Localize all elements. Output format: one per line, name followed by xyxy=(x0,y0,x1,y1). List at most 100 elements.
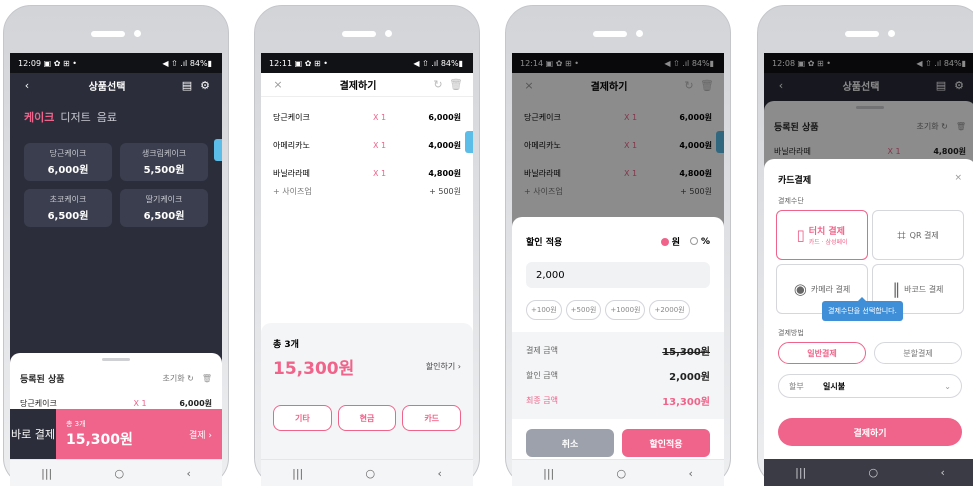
android-nav-bar: ||| ○ ‹ xyxy=(512,459,724,486)
phone-camera xyxy=(385,30,392,37)
phone-product-select: 12:09 ▣ ✿ ⊞ • ◀ ⇧ .ıl 84%▮ ‹ 상품선택 ▤ ⚙ 케이… xyxy=(3,5,229,486)
product-price: 6,500원 xyxy=(47,211,89,222)
option-row: + 사이즈업 + 500원 xyxy=(261,181,473,201)
cancel-button[interactable]: 취소 xyxy=(526,429,614,457)
installment-value: 일시불 xyxy=(823,381,846,391)
home-icon[interactable]: ○ xyxy=(617,467,627,480)
recent-apps-icon[interactable]: ||| xyxy=(543,467,554,480)
app-bar: ‹ 상품선택 ▤ ⚙ xyxy=(10,73,222,97)
product-card[interactable]: 초코케이크 6,500원 xyxy=(24,189,112,227)
back-icon[interactable]: ‹ xyxy=(18,79,36,92)
screen-card-payment: 12:08 ▣ ✿ ⊞ • ◀ ⇧ .ıl 84%▮ ‹ 상품선택 ▤ ⚙ 등록… xyxy=(764,53,973,486)
product-card[interactable]: 당근케이크 6,000원 xyxy=(24,143,112,181)
gear-icon[interactable]: ⚙ xyxy=(196,79,214,92)
home-icon[interactable]: ○ xyxy=(869,466,879,479)
pay-amount: 15,300원 xyxy=(662,347,710,358)
direct-pay-button[interactable]: 바로 결제 xyxy=(10,409,56,459)
screen-discount: 12:14 ▣ ✿ ⊞ • ◀ ⇧ .ıl 84%▮ × 결제하기 ↻ 🗑 당근… xyxy=(512,53,724,486)
trash-icon[interactable]: 🗑 xyxy=(447,78,465,91)
option-label: 바코드 결제 xyxy=(904,284,944,294)
status-bar: 12:11 ▣ ✿ ⊞ • ◀ ⇧ .ıl 84%▮ xyxy=(261,53,473,73)
side-panel-handle[interactable] xyxy=(465,131,473,153)
amount-chips: +100원 +500원 +1000원 +2000원 xyxy=(526,300,710,320)
card-pay-button[interactable]: 카드 xyxy=(402,405,462,431)
refresh-icon[interactable]: ↻ xyxy=(429,78,447,91)
item-qty: X 1 xyxy=(133,398,147,408)
reset-button[interactable]: 초기화 ↻ xyxy=(163,373,194,384)
item-name: 당근케이크 xyxy=(273,112,310,122)
home-icon[interactable]: ○ xyxy=(366,467,376,480)
unit-percent-radio[interactable]: % xyxy=(689,236,710,247)
nav-back-icon[interactable]: ‹ xyxy=(437,467,441,480)
touch-pay-option[interactable]: ▯ 터치 결제 카드 · 삼성페이 xyxy=(776,210,868,260)
unit-won-radio[interactable]: 원 xyxy=(660,235,680,248)
pay-button[interactable]: 총 3개 15,300원 결제 › xyxy=(56,409,222,459)
recent-apps-icon[interactable]: ||| xyxy=(292,467,303,480)
phone-camera xyxy=(888,30,895,37)
chevron-down-icon: ⌄ xyxy=(944,381,951,391)
product-name: 초코케이크 xyxy=(49,195,87,204)
total-count: 총 3개 xyxy=(66,420,86,428)
sheet-handle[interactable] xyxy=(102,358,130,361)
side-panel-handle[interactable] xyxy=(214,139,222,161)
phone-card-payment: 12:08 ▣ ✿ ⊞ • ◀ ⇧ .ıl 84%▮ ‹ 상품선택 ▤ ⚙ 등록… xyxy=(757,5,973,486)
chip-500[interactable]: +500원 xyxy=(565,300,602,320)
option-price: + 500원 xyxy=(429,186,461,196)
status-right: ◀ ⇧ .ıl 84%▮ xyxy=(162,58,212,68)
pay-bar: 바로 결제 총 3개 15,300원 결제 › xyxy=(10,409,222,459)
android-nav-bar: ||| ○ ‹ xyxy=(261,459,473,486)
nav-back-icon[interactable]: ‹ xyxy=(688,467,692,480)
pay-now-button[interactable]: 결제하기 xyxy=(778,418,962,446)
discount-link[interactable]: 할인하기 › xyxy=(426,361,461,372)
product-card[interactable]: 딸기케이크 6,500원 xyxy=(120,189,208,227)
tab-dessert[interactable]: 디저트 xyxy=(60,109,90,125)
barcode-icon: ‖ xyxy=(892,280,901,298)
trash-icon[interactable]: 🗑 xyxy=(202,374,212,383)
discount-input[interactable]: 2,000 xyxy=(526,262,710,288)
cash-pay-button[interactable]: 현금 xyxy=(337,405,397,431)
other-pay-button[interactable]: 기타 xyxy=(273,405,332,431)
option-label: 터치 결제 카드 · 삼성페이 xyxy=(808,227,848,246)
discount-title: 할인 적용 xyxy=(526,238,563,248)
item-price: 4,000원 xyxy=(428,140,461,150)
apply-discount-button[interactable]: 할인적용 xyxy=(622,429,710,457)
tab-cake[interactable]: 케이크 xyxy=(24,109,54,125)
status-time: 12:09 ▣ ✿ ⊞ • xyxy=(18,58,77,68)
total-price: 15,300원 xyxy=(273,359,355,379)
chip-1000[interactable]: +1000원 xyxy=(605,300,646,320)
refresh-icon: ↻ xyxy=(187,373,194,383)
total-panel: 총 3개 15,300원 할인하기 › 기타 현금 카드 xyxy=(261,323,473,459)
phone-speaker xyxy=(845,31,879,37)
close-icon[interactable]: × xyxy=(954,173,962,186)
normal-pay-button[interactable]: 일반결제 xyxy=(778,342,866,364)
item-name: 아메리카노 xyxy=(273,140,310,150)
item-name: 당근케이크 xyxy=(20,398,57,408)
home-icon[interactable]: ○ xyxy=(115,467,125,480)
product-price: 6,500원 xyxy=(143,211,185,222)
discount-actions: 취소 할인적용 xyxy=(512,419,724,457)
radio-off-icon xyxy=(689,236,698,245)
nav-back-icon[interactable]: ‹ xyxy=(940,466,944,479)
phone-speaker xyxy=(342,31,376,37)
chip-100[interactable]: +100원 xyxy=(526,300,562,320)
phone-camera xyxy=(134,30,141,37)
product-card[interactable]: 생크림케이크 5,500원 xyxy=(120,143,208,181)
installment-select[interactable]: 할부 일시불 ⌄ xyxy=(778,374,962,398)
split-pay-button[interactable]: 분할결제 xyxy=(874,342,962,364)
chip-2000[interactable]: +2000원 xyxy=(649,300,690,320)
final-amount-label: 최종 금액 xyxy=(526,396,558,405)
pay-amount-row: 결제 금액 15,300원 xyxy=(512,338,724,363)
phone-discount: 12:14 ▣ ✿ ⊞ • ◀ ⇧ .ıl 84%▮ × 결제하기 ↻ 🗑 당근… xyxy=(505,5,731,486)
discount-amount: 2,000원 xyxy=(669,372,710,383)
recent-apps-icon[interactable]: ||| xyxy=(795,466,806,479)
item-qty: X 1 xyxy=(373,168,387,178)
receipt-icon[interactable]: ▤ xyxy=(178,79,196,92)
qr-pay-option[interactable]: ⌗ QR 결제 xyxy=(872,210,964,260)
android-nav-bar: ||| ○ ‹ xyxy=(764,459,973,486)
recent-apps-icon[interactable]: ||| xyxy=(41,467,52,480)
method-tooltip: 결제수단을 선택합니다. xyxy=(822,297,903,321)
close-icon[interactable]: × xyxy=(269,78,287,91)
tab-drink[interactable]: 음료 xyxy=(97,109,117,125)
discount-sheet: 할인 적용 원 % 2,000 +100원 +500원 +1000원 +2000… xyxy=(512,217,724,459)
nav-back-icon[interactable]: ‹ xyxy=(186,467,190,480)
